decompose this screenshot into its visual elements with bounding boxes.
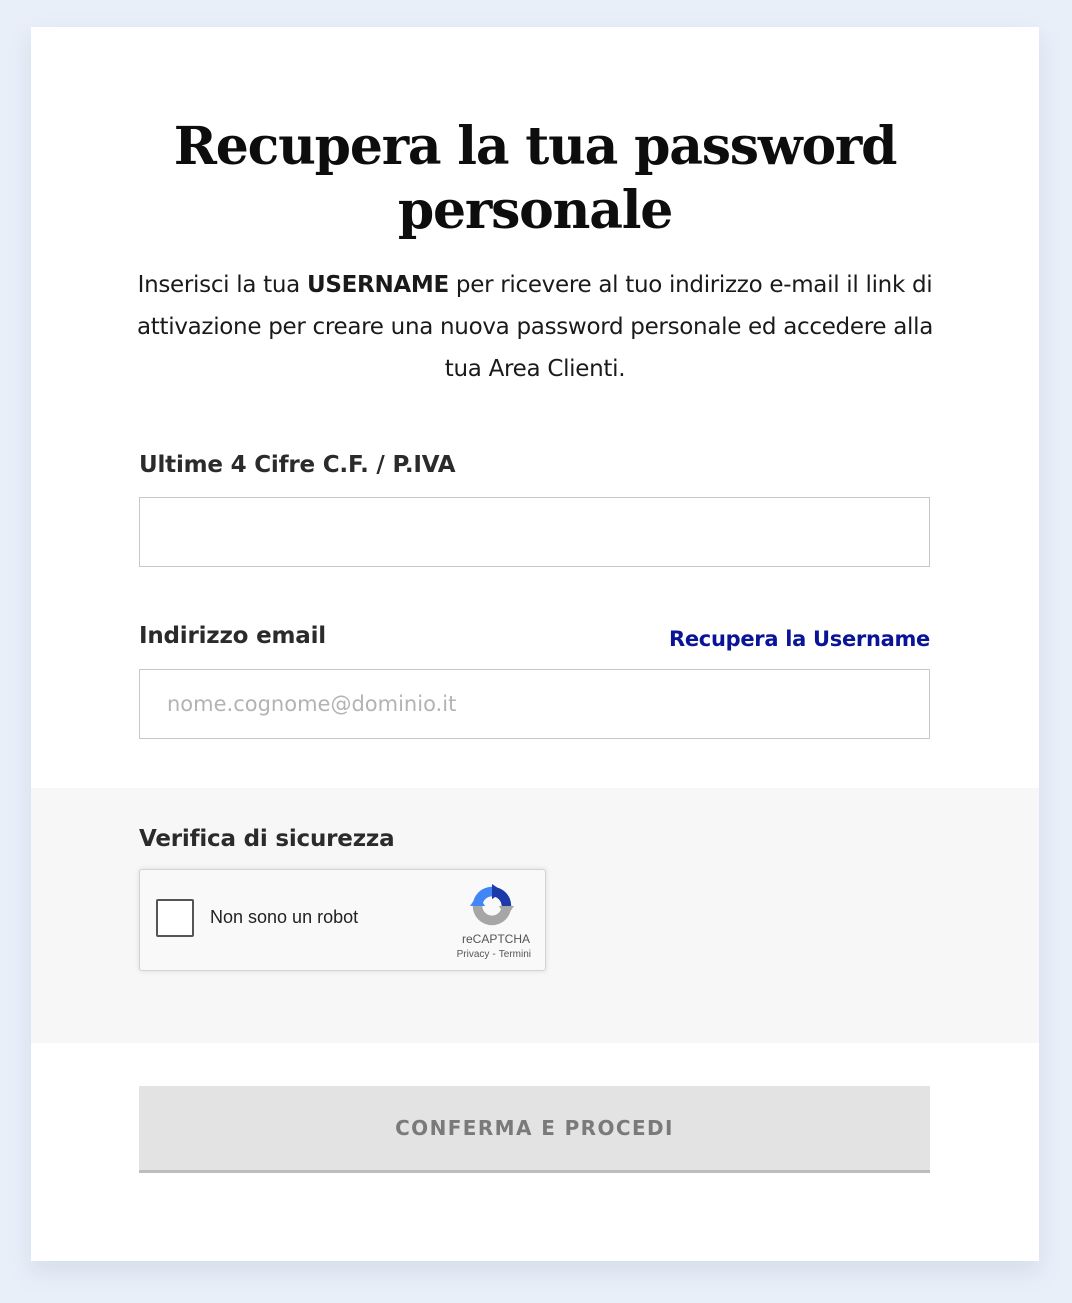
email-input[interactable]: [139, 669, 930, 739]
intro-username-keyword: USERNAME: [306, 272, 449, 298]
recaptcha-checkbox-label: Non sono un robot: [210, 907, 359, 927]
email-label: Indirizzo email: [139, 623, 326, 649]
intro-text-start: Inserisci la tua: [137, 272, 307, 298]
security-label: Verifica di sicurezza: [139, 826, 395, 852]
cf-label: Ultime 4 Cifre C.F. / P.IVA: [139, 452, 456, 478]
recaptcha-links: Privacy - Termini: [457, 949, 531, 960]
intro-text: Inserisci la tua USERNAME per ricevere a…: [135, 264, 935, 390]
recaptcha-widget: Non sono un robot reCAPTCHA Privacy - Term…: [139, 869, 546, 971]
recaptcha-privacy-link[interactable]: Privacy: [457, 949, 490, 960]
recaptcha-logo-icon: [470, 884, 514, 926]
recaptcha-terms-link[interactable]: Termini: [499, 949, 531, 960]
security-section: Verifica di sicurezza Non sono un robot …: [31, 788, 1039, 1043]
confirm-proceed-button[interactable]: CONFERMA E PROCEDI: [139, 1086, 930, 1173]
cf-digits-input[interactable]: [139, 497, 930, 567]
page-title: Recupera la tua password personale: [173, 116, 898, 241]
recovery-card: Recupera la tua password personale Inser…: [31, 27, 1039, 1261]
recover-username-link[interactable]: Recupera la Username: [669, 627, 930, 651]
recaptcha-brand: reCAPTCHA: [461, 932, 530, 946]
recaptcha-links-separator: -: [492, 949, 496, 960]
